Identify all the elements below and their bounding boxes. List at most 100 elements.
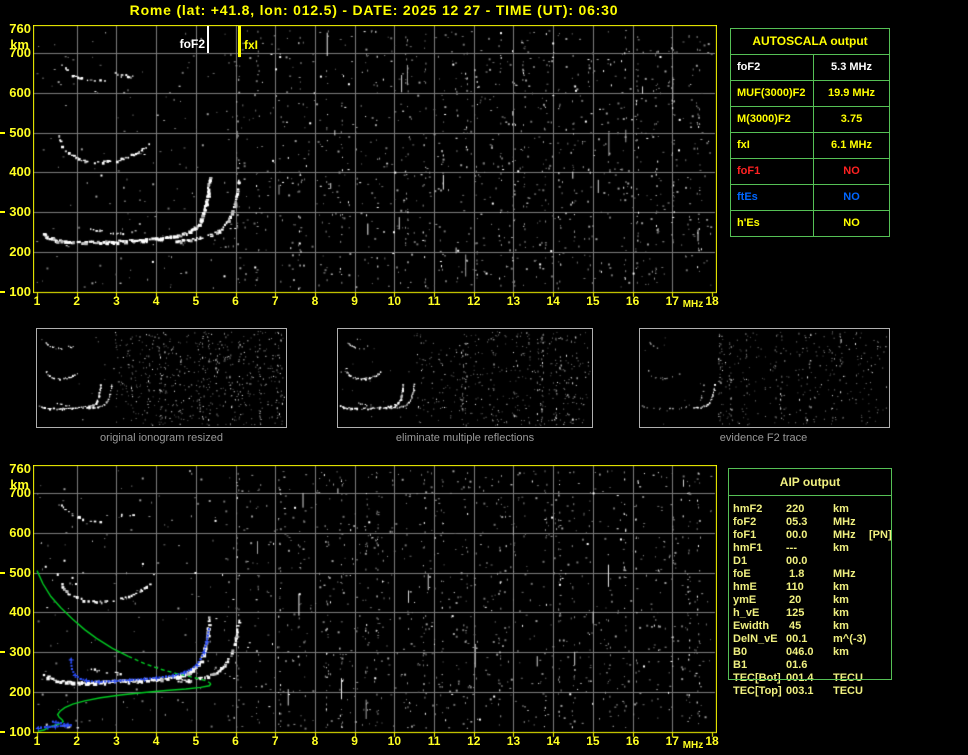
autoscala-param: M(3000)F2	[731, 107, 814, 132]
x-tick-label: 5	[192, 734, 200, 748]
aip-note: [PN]	[869, 529, 892, 541]
x-tick-label: 15	[586, 294, 600, 308]
autoscala-param: h'Es	[731, 211, 814, 236]
x-tick-label: 8	[311, 294, 319, 308]
aip-row: B0 046.0 km	[733, 646, 965, 659]
aip-unit: m^(-3)	[833, 633, 867, 645]
aip-value: ---	[786, 542, 797, 554]
x-tick-label: 10	[387, 294, 402, 308]
aip-row: Ewidth 45 km	[733, 620, 965, 633]
x-tick-label: 7	[271, 734, 279, 748]
aip-param: hmF2	[733, 503, 763, 515]
aip-value: 1.8	[786, 568, 805, 580]
y-tick-label: 400	[9, 164, 31, 180]
aip-table-title: AIP output	[729, 469, 891, 496]
edge-tick	[0, 131, 5, 134]
x-tick-label: 3	[113, 294, 120, 308]
aip-value: 001.4	[786, 672, 814, 684]
x-tick-label: 13	[506, 294, 521, 308]
aip-param: ymE	[733, 594, 757, 606]
aip-param: h_vE	[733, 607, 760, 619]
edge-tick	[0, 571, 5, 574]
autoscala-param: foF1	[731, 159, 814, 184]
aip-value: 20	[786, 594, 802, 606]
autoscala-value: 5.3 MHz	[831, 61, 872, 73]
y-tick-label: 700	[9, 44, 31, 60]
aip-value: 00.0	[786, 555, 808, 567]
x-tick-label: 14	[546, 734, 560, 748]
x-tick-label: 17	[665, 734, 679, 748]
aip-unit: TECU	[833, 685, 863, 697]
aip-value: 45	[786, 620, 802, 632]
thumbnail-original-canvas	[37, 329, 286, 427]
aip-value: 00.0	[786, 529, 808, 541]
autoscala-row: M(3000)F2 3.75	[731, 107, 889, 133]
aip-row: h_vE 125 km	[733, 607, 965, 620]
x-tick-label: 12	[467, 734, 481, 748]
aip-unit: km	[833, 503, 849, 515]
aip-row: foE 1.8 MHz	[733, 568, 965, 581]
thumbnail-eliminate-reflections	[337, 328, 593, 428]
aip-param: DelN_vE	[733, 633, 778, 645]
aip-row: foF2 05.3 MHz	[733, 516, 965, 529]
aip-param: foF1	[733, 529, 757, 541]
y-tick-label: 700	[9, 484, 31, 500]
aip-row: hmE 110 km	[733, 581, 965, 594]
aip-value: 00.1	[786, 633, 808, 645]
ionogram-canvas-bottom	[33, 465, 717, 738]
foF2-marker-line	[207, 26, 209, 53]
x-tick-label: 14	[546, 294, 560, 308]
x-tick-label: 15	[586, 734, 600, 748]
ionogram-plot-top: foF2 fxI	[33, 25, 717, 298]
autoscala-value: 19.9 MHz	[827, 87, 876, 99]
autoscala-param: MUF(3000)F2	[731, 81, 814, 106]
x-tick-label: 16	[625, 734, 640, 748]
aip-unit	[833, 555, 869, 568]
x-axis-unit-top: MHz	[682, 299, 704, 310]
aip-unit: km	[833, 607, 849, 619]
aip-unit: MHz	[833, 568, 856, 580]
aip-param: hmF1	[733, 542, 763, 554]
x-tick-label: 11	[427, 734, 441, 748]
aip-row: D1 00.0	[733, 555, 965, 568]
x-tick-label: 5	[192, 294, 200, 308]
aip-unit: TECU	[833, 672, 863, 684]
autoscala-value: NO	[843, 165, 860, 177]
x-tick-label: 18	[705, 734, 719, 748]
aip-param: D1	[733, 555, 748, 567]
x-tick-label: 11	[427, 294, 441, 308]
aip-value: 125	[786, 607, 805, 619]
aip-row: TEC[Top] 003.1 TECU	[733, 685, 965, 698]
aip-unit: MHz	[833, 529, 856, 541]
autoscala-value: NO	[843, 217, 860, 229]
aip-row: DelN_vE 00.1 m^(-3)	[733, 633, 965, 646]
aip-unit: km	[833, 542, 849, 554]
x-tick-label: 7	[271, 294, 279, 308]
thumbnail-evidence-f2	[639, 328, 890, 428]
autoscala-param: ftEs	[731, 185, 814, 210]
autoscala-param: foF2	[731, 55, 814, 80]
thumbnail-eliminate-canvas	[338, 329, 592, 427]
edge-tick	[0, 651, 5, 654]
x-tick-label: 4	[152, 734, 160, 748]
autoscala-output-table: AUTOSCALA output foF2 5.3 MHz MUF(3000)F2 1…	[730, 28, 890, 237]
x-tick-label: 9	[351, 734, 358, 748]
aip-row: TEC[Bot] 001.4 TECU	[733, 672, 965, 685]
aip-value: 046.0	[786, 646, 814, 658]
aip-value: 05.3	[786, 516, 808, 528]
x-tick-label: 2	[73, 734, 81, 748]
x-tick-label: 8	[311, 734, 319, 748]
aip-param: hmE	[733, 581, 757, 593]
thumbnail-caption-original: original ionogram resized	[100, 432, 223, 444]
ionogram-canvas-top	[33, 25, 717, 298]
ionogram-plot-bottom	[33, 465, 717, 738]
x-tick-label: 3	[113, 734, 120, 748]
aip-unit	[833, 659, 869, 672]
aip-param: B1	[733, 659, 748, 671]
x-tick-label: 6	[232, 734, 239, 748]
autoscala-table-title: AUTOSCALA output	[731, 29, 889, 55]
x-tick-label: 16	[625, 294, 640, 308]
autoscala-row: h'Es NO	[731, 211, 889, 236]
aip-param: B0	[733, 646, 748, 658]
x-tick-label: 12	[467, 294, 481, 308]
